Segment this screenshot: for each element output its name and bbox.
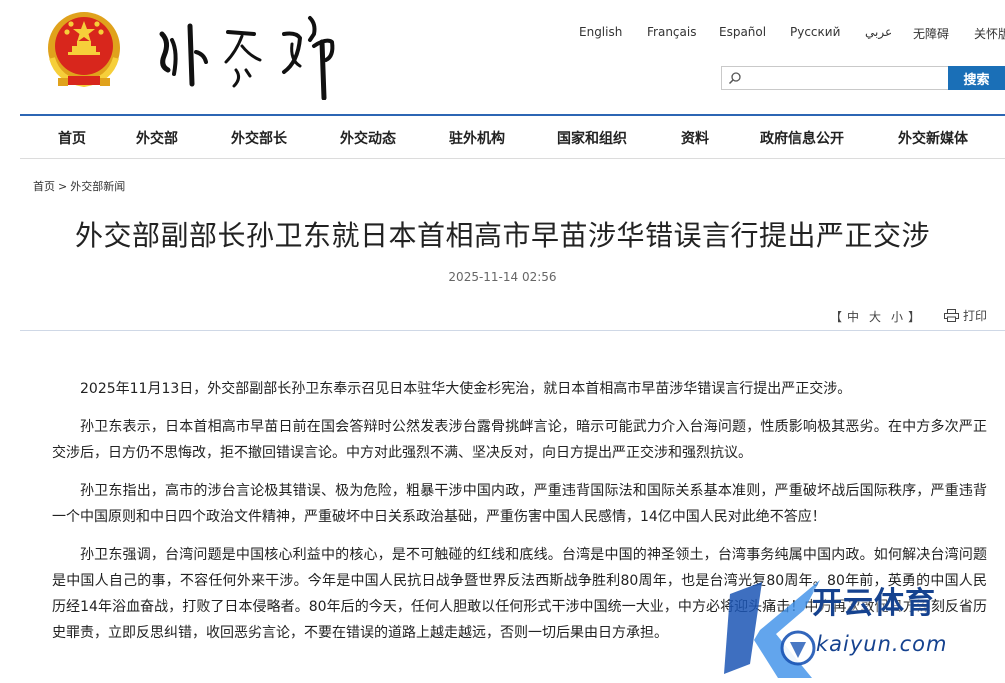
- search-box: [721, 66, 949, 90]
- search-icon: [728, 72, 741, 85]
- publish-date: 2025-11-14 02:56: [448, 270, 557, 284]
- lang-russian-link[interactable]: Русский: [790, 25, 840, 39]
- search-button[interactable]: 搜索: [948, 66, 1005, 90]
- language-bar: English Français Español Русский عربي 无障…: [560, 25, 1005, 43]
- nav-item-diplomatic-news[interactable]: 外交动态: [340, 128, 396, 148]
- nav-item-materials[interactable]: 资料: [681, 128, 709, 148]
- font-size-large-button[interactable]: 中: [847, 310, 859, 324]
- nav-item-government-info[interactable]: 政府信息公开: [760, 128, 844, 148]
- main-nav: 首页 外交部 外交部长 外交动态 驻外机构 国家和组织 资料 政府信息公开 外交…: [20, 116, 1005, 158]
- watermark-text-en: kaiyun.com: [816, 632, 948, 656]
- nav-item-home[interactable]: 首页: [58, 128, 86, 148]
- lang-spanish-link[interactable]: Español: [719, 25, 766, 39]
- nav-item-new-media[interactable]: 外交新媒体: [898, 128, 968, 148]
- national-emblem-logo: [48, 12, 120, 88]
- article-paragraph: 孙卫东表示，日本首相高市早苗日前在国会答辩时公然发表涉台露骨挑衅言论，暗示可能武…: [52, 419, 987, 461]
- lang-arabic-link[interactable]: عربي: [865, 25, 892, 39]
- page-title: 外交部副部长孙卫东就日本首相高市早苗涉华错误言行提出严正交涉: [74, 219, 930, 252]
- ministry-calligraphy-logo: [159, 16, 335, 100]
- print-label: 打印: [963, 309, 988, 323]
- accessibility-link[interactable]: 无障碍: [913, 25, 949, 42]
- font-size-bracket-close: 】: [908, 310, 921, 324]
- breadcrumb-separator: >: [58, 180, 68, 193]
- lang-english-link[interactable]: English: [579, 25, 622, 39]
- nav-item-ministry[interactable]: 外交部: [136, 128, 178, 148]
- lang-french-link[interactable]: Français: [647, 25, 696, 39]
- nav-item-countries-organizations[interactable]: 国家和组织: [557, 128, 627, 148]
- article-paragraph: 2025年11月13日，外交部副部长孙卫东奉示召见日本驻华大使金杉宪治，就日本首…: [80, 381, 852, 397]
- nav-item-minister[interactable]: 外交部长: [231, 128, 287, 148]
- nav-item-missions-abroad[interactable]: 驻外机构: [449, 128, 505, 148]
- font-size-small-button[interactable]: 小: [891, 310, 903, 324]
- font-size-bracket-open: 【: [830, 310, 843, 324]
- breadcrumb-section-link[interactable]: 外交部新闻: [70, 180, 125, 193]
- breadcrumb: 首页 > 外交部新闻: [33, 178, 125, 194]
- font-size-medium-button[interactable]: 大: [869, 310, 881, 324]
- font-size-control: 【中大小】: [830, 308, 920, 325]
- article-paragraph: 孙卫东指出，高市的涉台言论极其错误、极为危险，粗暴干涉中国内政，严重违背国际法和…: [52, 483, 987, 525]
- print-button[interactable]: 打印: [944, 307, 987, 324]
- nav-bottom-border: [20, 158, 1005, 159]
- elderly-care-mode-link[interactable]: 关怀版: [974, 25, 1005, 42]
- breadcrumb-home-link[interactable]: 首页: [33, 180, 55, 193]
- watermark-overlay: 开云体育 kaiyun.com: [720, 574, 1005, 683]
- search-input[interactable]: [744, 69, 944, 87]
- title-divider: [20, 330, 1005, 331]
- printer-icon: [944, 309, 959, 322]
- watermark-text-cn: 开云体育: [812, 586, 936, 621]
